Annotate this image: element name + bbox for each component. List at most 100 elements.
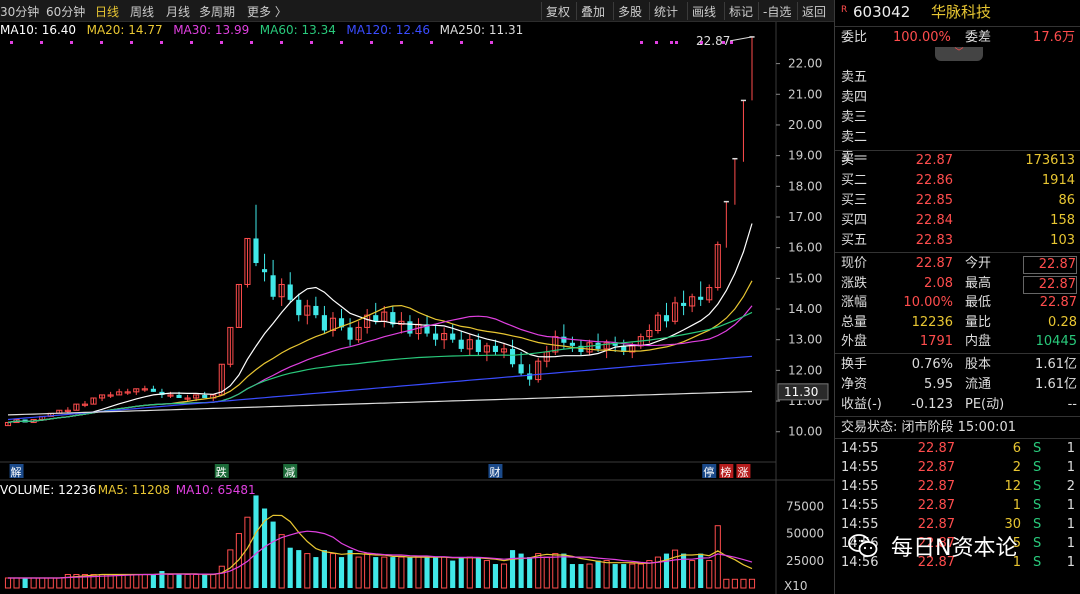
buy-level-label: 买四: [841, 213, 868, 228]
period-tab-5[interactable]: 多周期: [199, 3, 235, 20]
tick-time: 14:55: [841, 441, 879, 456]
volume-legend-item: MA5: 11208: [98, 483, 170, 497]
r-badge: R: [841, 5, 848, 15]
tool-button-2[interactable]: 多股: [618, 3, 642, 20]
event-marker: 涨: [737, 466, 748, 479]
volume-bar: [13, 577, 20, 589]
sell-level-label: 卖三: [841, 110, 868, 125]
ma-legend-item: MA30: 13.99: [173, 23, 249, 37]
candle-body: [509, 348, 516, 365]
price-tick-label: 14.00: [788, 302, 822, 316]
stat-label: 换手: [841, 357, 868, 372]
volume-bar: [329, 553, 337, 589]
stat-value: 12236: [911, 314, 953, 330]
volume-bar: [612, 564, 618, 588]
watermark-text: 每日N资本论: [891, 536, 1018, 561]
stat-label: 最低: [965, 295, 992, 310]
buy-level-price[interactable]: 22.84: [895, 213, 953, 229]
stat-value: 1.61亿: [1035, 357, 1077, 372]
tick-side: S: [1033, 460, 1042, 475]
buy-level-label: 买一: [841, 153, 868, 168]
candle-body: [287, 284, 293, 300]
volume-bar: [22, 577, 28, 588]
toolbar-separator: [758, 2, 759, 20]
period-tab-3[interactable]: 周线: [130, 3, 154, 20]
tick-price: 22.87: [917, 441, 955, 456]
candle-body: [373, 315, 379, 322]
stat-label: 股本: [965, 357, 992, 372]
tick-time: 14:55: [841, 498, 879, 513]
event-marker: 榜: [720, 465, 731, 479]
price-tick-label: 15.00: [788, 271, 822, 285]
stat-label: 涨跌: [841, 275, 868, 291]
volume-bar: [176, 574, 182, 588]
signal-dot: [220, 41, 223, 44]
volume-bar: [646, 560, 653, 589]
volume-bar: [689, 560, 696, 589]
candle-body: [313, 305, 319, 316]
candle-body: [561, 336, 567, 343]
buy-level-price[interactable]: 22.87: [895, 153, 953, 169]
price-tick-label: 13.00: [788, 333, 822, 347]
period-tab-6[interactable]: 更多 〉: [247, 3, 287, 20]
ma-legend-item: MA20: 14.77: [87, 23, 163, 37]
tick-volume: 1: [1012, 498, 1021, 513]
signal-dot: [640, 41, 643, 44]
tick-count: 1: [1066, 498, 1075, 513]
tool-button-1[interactable]: 叠加: [581, 3, 605, 20]
ma-legend-item: MA60: 13.34: [260, 23, 336, 37]
collapse-button[interactable]: ﹀: [935, 47, 983, 61]
ma-legend-item: MA10: 16.40: [0, 23, 76, 37]
stat-label: 今开: [965, 256, 992, 271]
high-price-annotation: 22.87: [696, 34, 730, 48]
volume-legend-item: VOLUME: 12236: [0, 483, 96, 497]
candle-body: [475, 339, 481, 352]
period-tab-1[interactable]: 60分钟: [46, 3, 85, 20]
tool-button-4[interactable]: 画线: [692, 3, 716, 20]
candle-body: [202, 394, 208, 398]
buy-level-price[interactable]: 22.86: [895, 173, 953, 189]
signal-dot: [430, 41, 433, 44]
tick-count: 1: [1066, 441, 1075, 456]
candle-body: [407, 321, 413, 334]
kline-chart[interactable]: 22.00 21.00 20.00 19.00 18.00 17.00 16.00 15.00…: [0, 22, 834, 594]
volume-ma5-line: [8, 514, 753, 579]
volume-bar: [466, 556, 473, 589]
volume-bar: [748, 578, 756, 589]
trade-status: 交易状态: 闭市阶段 15:00:01: [841, 420, 1017, 435]
tool-button-5[interactable]: 标记: [729, 3, 753, 20]
tool-button-7[interactable]: 返回: [802, 3, 826, 20]
buy-level-price[interactable]: 22.83: [895, 233, 953, 249]
sell-level-label: 卖二: [841, 130, 868, 145]
stock-name[interactable]: 华脉科技: [931, 4, 991, 20]
tool-button-3[interactable]: 统计: [654, 3, 678, 20]
buy-level-price[interactable]: 22.85: [895, 193, 953, 209]
volume-tick-label: 25000: [786, 554, 824, 568]
candle-body: [527, 373, 533, 380]
volume-bar: [535, 553, 542, 589]
stat-value: 10.00%: [903, 295, 953, 310]
tool-button-6[interactable]: -自选: [763, 3, 791, 20]
volume-tick-label: 50000: [786, 527, 824, 541]
volume-bar: [731, 578, 738, 589]
candle-body: [450, 333, 456, 340]
candle-body: [569, 342, 575, 346]
period-tab-0[interactable]: 30分钟: [0, 3, 39, 20]
volume-tick-label: 75000: [786, 499, 824, 513]
signal-dot: [310, 41, 313, 44]
current-price-tag: 11.30: [784, 385, 818, 399]
volume-bar: [552, 553, 559, 589]
ma-line-20: [7, 280, 753, 424]
stat-value: 10445: [1035, 334, 1077, 349]
candle-body: [433, 333, 439, 340]
period-tab-4[interactable]: 月线: [166, 3, 190, 20]
tick-volume: 12: [1004, 479, 1021, 494]
tool-button-0[interactable]: 复权: [546, 3, 570, 20]
volume-bar: [304, 553, 311, 589]
event-marker: 解: [11, 465, 22, 479]
volume-bar: [500, 563, 508, 589]
volume-bar: [629, 563, 636, 589]
period-tab-2[interactable]: 日线: [95, 3, 119, 20]
stock-code[interactable]: 603042: [853, 4, 910, 20]
candle-body: [261, 269, 268, 273]
